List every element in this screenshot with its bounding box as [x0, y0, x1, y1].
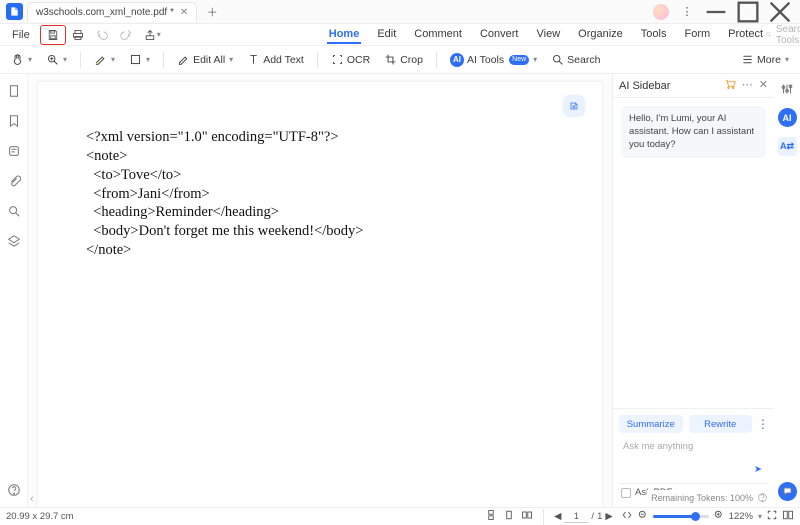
page-dimensions: 20.99 x 29.7 cm: [6, 511, 74, 522]
edit-all-button[interactable]: Edit All▾: [172, 49, 238, 71]
document-viewport[interactable]: ‹ <?xml version="1.0" encoding="UTF-8"?>…: [28, 74, 612, 507]
ai-assist-chip[interactable]: [564, 96, 584, 116]
theme-icon[interactable]: [650, 2, 672, 22]
close-tab-icon[interactable]: ✕: [180, 7, 188, 18]
ask-pdf-checkbox[interactable]: [621, 488, 631, 498]
left-rail: [0, 74, 28, 507]
shape-tool-button[interactable]: ▾: [124, 49, 155, 71]
search-panel-icon[interactable]: [5, 202, 23, 220]
zoom-slider[interactable]: [653, 515, 709, 518]
layers-panel-icon[interactable]: [5, 232, 23, 250]
page-stepper[interactable]: ◀ /1 ▶: [554, 511, 613, 523]
file-menu[interactable]: File: [6, 25, 36, 45]
panel-settings-icon[interactable]: [778, 80, 796, 98]
ai-icon: AI: [450, 53, 464, 67]
translate-rail-icon[interactable]: A⇄: [778, 137, 797, 156]
search-tools-placeholder: Search Tools: [776, 24, 800, 46]
menu-form[interactable]: Form: [682, 26, 712, 44]
ribbon: ▾ ▾ ▾ ▾ Edit All▾ Add Text OCR Crop AI A…: [0, 46, 800, 74]
zoom-value: 122%: [729, 511, 753, 522]
more-button[interactable]: More▾: [736, 49, 794, 71]
main-menu: Home Edit Comment Convert View Organize …: [327, 26, 765, 44]
ai-tools-button[interactable]: AI AI Tools New ▾: [445, 49, 542, 71]
shop-icon[interactable]: [724, 78, 736, 93]
new-badge: New: [509, 55, 529, 65]
rewrite-button[interactable]: Rewrite: [689, 415, 753, 433]
menu-edit[interactable]: Edit: [375, 26, 398, 44]
crop-button[interactable]: Crop: [379, 49, 428, 71]
zoom-in-icon[interactable]: [713, 509, 725, 524]
window-close-button[interactable]: [766, 2, 794, 22]
thumbnails-panel-icon[interactable]: [5, 82, 23, 100]
help-button[interactable]: [5, 481, 23, 499]
new-tab-button[interactable]: ＋: [203, 3, 221, 21]
status-bar: 20.99 x 29.7 cm ◀ /1 ▶ 122%▾: [0, 507, 800, 525]
ai-sidebar: AI Sidebar ⋯ ✕ Hello, I'm Lumi, your AI …: [612, 74, 774, 507]
menu-tools[interactable]: Tools: [639, 26, 669, 44]
attachments-panel-icon[interactable]: [5, 172, 23, 190]
document-tab[interactable]: w3schools.com_xml_note.pdf * ✕: [27, 2, 197, 22]
menu-organize[interactable]: Organize: [576, 26, 625, 44]
workspace: ‹ <?xml version="1.0" encoding="UTF-8"?>…: [0, 74, 800, 507]
ai-sidebar-header: AI Sidebar ⋯ ✕: [613, 74, 774, 98]
send-icon[interactable]: ➤: [754, 464, 762, 475]
comments-panel-icon[interactable]: [5, 142, 23, 160]
app-logo: [6, 3, 23, 20]
view-single-icon[interactable]: [503, 509, 515, 524]
page-total: 1: [597, 511, 602, 522]
page-number-input[interactable]: [564, 511, 588, 523]
kebab-menu-icon[interactable]: ⋮: [676, 2, 698, 22]
ocr-button[interactable]: OCR: [326, 49, 375, 71]
fit-width-icon[interactable]: [621, 509, 633, 524]
bookmarks-panel-icon[interactable]: [5, 112, 23, 130]
ai-rail-icon[interactable]: AI: [778, 108, 797, 127]
add-text-button[interactable]: Add Text: [242, 49, 309, 71]
reading-mode-icon[interactable]: [782, 509, 794, 524]
ai-sidebar-title: AI Sidebar: [619, 80, 670, 92]
collapse-left-rail-icon[interactable]: ‹: [30, 493, 34, 505]
zoom-out-icon[interactable]: [637, 509, 649, 524]
chat-rail-icon[interactable]: [778, 482, 797, 501]
zoom-tool-button[interactable]: ▾: [41, 49, 72, 71]
search-button[interactable]: Search: [546, 49, 605, 71]
search-tools-input[interactable]: Search Tools: [765, 24, 800, 46]
share-button[interactable]: ▾: [138, 25, 167, 45]
view-facing-icon[interactable]: [521, 509, 533, 524]
window-minimize-button[interactable]: [702, 2, 730, 22]
menu-view[interactable]: View: [535, 26, 563, 44]
ai-prompt-input[interactable]: Ask me anything ➤: [619, 437, 768, 479]
quick-access-bar: File ▾ Home Edit Comment Convert View Or…: [0, 24, 800, 46]
window-maximize-button[interactable]: [734, 2, 762, 22]
ai-welcome-bubble: Hello, I'm Lumi, your AI assistant. How …: [621, 106, 766, 158]
redo-button[interactable]: [114, 25, 138, 45]
menu-home[interactable]: Home: [327, 26, 362, 44]
save-button[interactable]: [40, 25, 66, 45]
close-ai-sidebar-icon[interactable]: ✕: [759, 78, 768, 93]
summarize-button[interactable]: Summarize: [619, 415, 683, 433]
print-button[interactable]: [66, 25, 90, 45]
undo-button[interactable]: [90, 25, 114, 45]
ai-actions-more-icon[interactable]: ⋮: [758, 415, 768, 433]
prev-page-icon[interactable]: ◀: [554, 511, 561, 522]
next-page-icon[interactable]: ▶: [605, 511, 612, 522]
menu-convert[interactable]: Convert: [478, 26, 521, 44]
tokens-remaining: Remaining Tokens: 100%: [647, 490, 772, 505]
titlebar: w3schools.com_xml_note.pdf * ✕ ＋ ⋮: [0, 0, 800, 24]
document-page: <?xml version="1.0" encoding="UTF-8"?> <…: [38, 82, 602, 507]
hand-tool-button[interactable]: ▾: [6, 49, 37, 71]
fullscreen-icon[interactable]: [766, 509, 778, 524]
document-tab-label: w3schools.com_xml_note.pdf *: [36, 7, 174, 18]
menu-protect[interactable]: Protect: [726, 26, 765, 44]
highlight-tool-button[interactable]: ▾: [89, 49, 120, 71]
ai-more-icon[interactable]: ⋯: [742, 78, 753, 93]
document-content: <?xml version="1.0" encoding="UTF-8"?> <…: [86, 128, 602, 260]
ai-prompt-placeholder: Ask me anything: [623, 441, 693, 452]
view-continuous-icon[interactable]: [485, 509, 497, 524]
menu-comment[interactable]: Comment: [412, 26, 464, 44]
right-rail: AI A⇄: [774, 74, 800, 507]
